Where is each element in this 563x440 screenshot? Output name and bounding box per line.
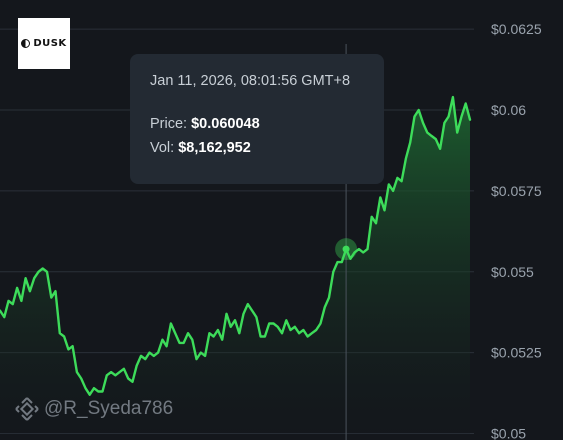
watermark: @R_Syeda786 bbox=[14, 396, 173, 422]
y-tick-label-4: $0.0525 bbox=[491, 345, 542, 361]
watermark-handle: @R_Syeda786 bbox=[44, 398, 174, 419]
dusk-logo: DUSK bbox=[18, 18, 70, 69]
y-tick-label-5: $0.05 bbox=[491, 426, 526, 440]
tooltip-vol-label: Vol: bbox=[150, 140, 175, 156]
y-tick-label-2: $0.0575 bbox=[491, 183, 542, 199]
tooltip-price-label: Price: bbox=[150, 116, 188, 132]
highlight-point[interactable] bbox=[342, 245, 350, 253]
y-tick-label-0: $0.0625 bbox=[491, 21, 542, 37]
tooltip-price-value: $0.060048 bbox=[191, 116, 260, 132]
tooltip-vol-row: Vol: $8,162,952 bbox=[150, 140, 364, 156]
tooltip-datetime: Jan 11, 2026, 08:01:56 GMT+8 bbox=[150, 73, 351, 89]
price-tooltip: Jan 11, 2026, 08:01:56 GMT+8 Price: $0.0… bbox=[130, 54, 384, 184]
y-axis: $0.0625 $0.06 $0.0575 $0.055 $0.0525 $0.05 bbox=[491, 21, 542, 440]
y-tick-label-1: $0.06 bbox=[491, 102, 526, 118]
y-tick-label-3: $0.055 bbox=[491, 264, 534, 280]
tooltip-price-row: Price: $0.060048 bbox=[150, 116, 364, 132]
dusk-mark-icon bbox=[21, 39, 31, 48]
tooltip-vol-value: $8,162,952 bbox=[178, 140, 251, 156]
binance-logo-icon bbox=[15, 397, 39, 421]
logo-text: DUSK bbox=[33, 38, 67, 49]
